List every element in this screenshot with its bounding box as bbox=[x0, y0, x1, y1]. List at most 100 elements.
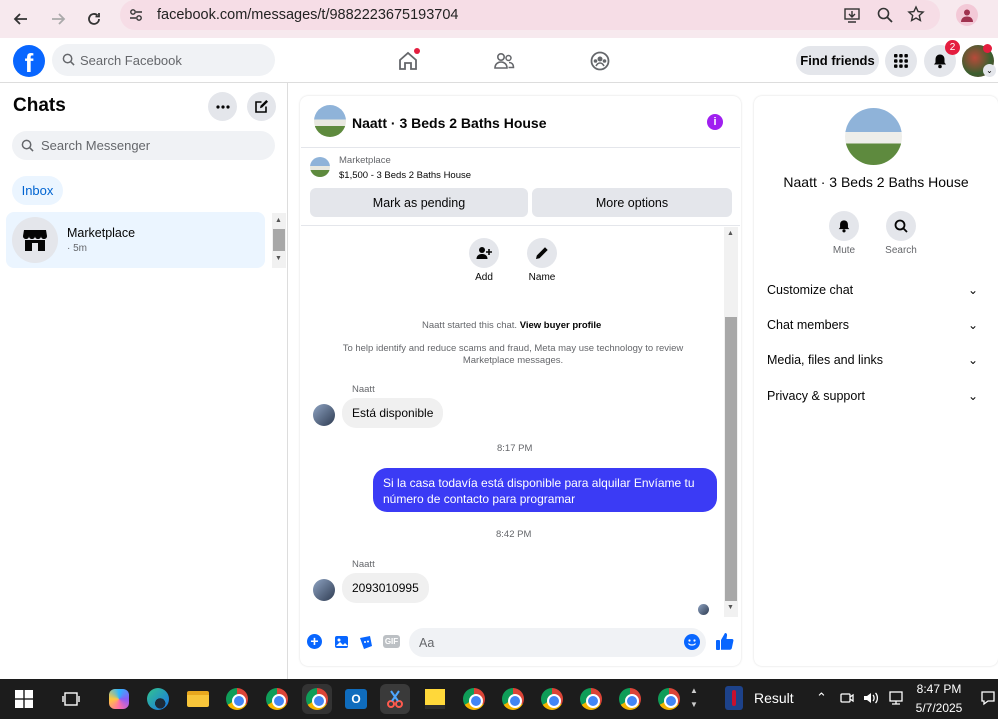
forward-icon[interactable] bbox=[44, 5, 72, 33]
thumbs-up-icon[interactable] bbox=[715, 632, 734, 656]
url-text[interactable]: facebook.com/messages/t/9882223675193704 bbox=[157, 7, 459, 23]
chrome-icon[interactable] bbox=[576, 684, 606, 714]
edge-icon[interactable] bbox=[143, 684, 173, 714]
add-person-icon[interactable] bbox=[469, 238, 499, 268]
section-customize-chat[interactable]: Customize chat bbox=[767, 283, 853, 297]
chats-sidebar bbox=[0, 83, 288, 679]
outlook-icon[interactable]: O bbox=[341, 684, 371, 714]
search-icon[interactable] bbox=[886, 211, 916, 241]
divider bbox=[301, 225, 740, 226]
copilot-icon[interactable] bbox=[104, 684, 134, 714]
chats-title: Chats bbox=[13, 95, 66, 116]
zoom-icon[interactable] bbox=[876, 6, 894, 29]
widget-result-text[interactable]: Result bbox=[754, 690, 794, 706]
chrome-icon[interactable] bbox=[262, 684, 292, 714]
section-media-files-links[interactable]: Media, files and links bbox=[767, 353, 883, 367]
more-options-button[interactable]: More options bbox=[532, 188, 732, 217]
windows-start-icon[interactable] bbox=[9, 684, 39, 714]
listing-price-title[interactable]: $1,500 - 3 Beds 2 Baths House bbox=[339, 170, 471, 181]
info-icon[interactable]: i bbox=[707, 114, 723, 130]
more-options-icon[interactable] bbox=[208, 92, 237, 121]
info-panel-title: Naatt · 3 Beds 2 Baths House bbox=[783, 174, 969, 190]
bell-icon[interactable] bbox=[829, 211, 859, 241]
facebook-logo-icon[interactable]: f bbox=[13, 45, 45, 77]
chevron-down-icon[interactable]: ⌄ bbox=[968, 283, 978, 297]
chrome-icon[interactable] bbox=[654, 684, 684, 714]
message-bubble-incoming[interactable]: 2093010995 bbox=[342, 573, 429, 603]
task-view-icon[interactable] bbox=[56, 684, 86, 714]
message-input-placeholder: Aa bbox=[419, 636, 435, 650]
sidebar-scrollbar[interactable]: ▲ ▼ bbox=[272, 213, 286, 268]
search-icon bbox=[21, 139, 34, 152]
pencil-icon[interactable] bbox=[527, 238, 557, 268]
find-friends-button[interactable]: Find friends bbox=[796, 46, 879, 75]
back-icon[interactable] bbox=[7, 5, 35, 33]
taskbar-clock-time[interactable]: 8:47 PM bbox=[905, 682, 973, 696]
section-chat-members[interactable]: Chat members bbox=[767, 318, 849, 332]
nba-logo-icon[interactable] bbox=[725, 686, 743, 710]
sender-avatar[interactable] bbox=[313, 404, 335, 426]
tab-inbox[interactable]: Inbox bbox=[12, 176, 63, 205]
chrome-icon[interactable] bbox=[537, 684, 567, 714]
chevron-down-icon[interactable]: ⌄ bbox=[968, 353, 978, 367]
message-timestamp: 8:42 PM bbox=[496, 529, 532, 540]
seen-receipt-avatar bbox=[698, 604, 709, 615]
snipping-tool-icon[interactable] bbox=[380, 684, 410, 714]
sticky-notes-icon[interactable] bbox=[420, 684, 450, 714]
add-label: Add bbox=[475, 272, 493, 283]
install-app-icon[interactable] bbox=[843, 6, 861, 29]
reload-icon[interactable] bbox=[80, 5, 108, 33]
chrome-icon[interactable] bbox=[498, 684, 528, 714]
message-bubble-incoming[interactable]: Está disponible bbox=[342, 398, 444, 428]
search-facebook-input[interactable]: Search Facebook bbox=[52, 44, 275, 76]
chat-started-text: Naatt started this chat. bbox=[422, 320, 518, 331]
account-chevron-down-icon[interactable]: ⌄ bbox=[983, 64, 996, 77]
more-actions-plus-icon[interactable]: + bbox=[307, 634, 322, 649]
sender-name: Naatt bbox=[352, 559, 375, 570]
photo-icon[interactable] bbox=[334, 634, 350, 655]
bookmark-star-icon[interactable] bbox=[907, 5, 925, 28]
file-explorer-icon[interactable] bbox=[183, 684, 213, 714]
message-bubble-outgoing[interactable]: Si la casa todavía está disponible para … bbox=[373, 468, 717, 512]
friends-icon[interactable] bbox=[491, 48, 517, 74]
network-icon[interactable] bbox=[887, 690, 905, 711]
new-message-icon[interactable] bbox=[247, 92, 276, 121]
mark-as-pending-button[interactable]: Mark as pending bbox=[310, 188, 528, 217]
gif-icon[interactable]: GIF bbox=[383, 635, 400, 648]
emoji-icon[interactable] bbox=[684, 634, 700, 650]
listing-thumbnail[interactable] bbox=[314, 105, 346, 137]
conversation-title[interactable]: Naatt · 3 Beds 2 Baths House bbox=[352, 115, 547, 131]
menu-grid-icon[interactable] bbox=[885, 45, 917, 77]
chrome-icon[interactable] bbox=[615, 684, 645, 714]
meet-now-icon[interactable] bbox=[839, 690, 855, 711]
conversation-item-marketplace[interactable]: Marketplace · 5m bbox=[6, 212, 265, 268]
sender-name: Naatt bbox=[352, 384, 375, 395]
chrome-icon[interactable] bbox=[459, 684, 489, 714]
sticker-icon[interactable] bbox=[358, 634, 374, 655]
chevron-down-icon[interactable]: ⌄ bbox=[968, 389, 978, 403]
conversation-name: Marketplace bbox=[67, 226, 136, 240]
search-label: Search bbox=[885, 245, 917, 256]
chrome-icon[interactable] bbox=[302, 684, 332, 714]
profile-icon[interactable] bbox=[956, 4, 978, 26]
conversation-scrollbar[interactable]: ▲ ▼ bbox=[724, 227, 738, 617]
mute-label: Mute bbox=[832, 245, 856, 256]
site-settings-icon[interactable] bbox=[128, 7, 144, 28]
chrome-icon[interactable] bbox=[222, 684, 252, 714]
groups-icon[interactable] bbox=[587, 48, 613, 74]
section-privacy-support[interactable]: Privacy & support bbox=[767, 389, 865, 403]
message-timestamp: 8:17 PM bbox=[497, 443, 533, 454]
message-input[interactable]: Aa bbox=[409, 628, 706, 657]
view-buyer-profile-link[interactable]: View buyer profile bbox=[520, 320, 602, 331]
taskbar-scroll-arrows[interactable]: ▲ ▼ bbox=[690, 684, 698, 712]
search-icon bbox=[62, 53, 75, 66]
search-messenger-input[interactable]: Search Messenger bbox=[12, 131, 275, 160]
listing-photo[interactable] bbox=[845, 108, 902, 165]
show-hidden-icons-chevron-up-icon[interactable]: ⌃ bbox=[816, 690, 827, 706]
conversation-time: · 5m bbox=[67, 243, 87, 254]
volume-icon[interactable] bbox=[862, 690, 880, 711]
notification-center-icon[interactable] bbox=[980, 690, 996, 711]
sender-avatar[interactable] bbox=[313, 579, 335, 601]
taskbar-clock-date[interactable]: 5/7/2025 bbox=[905, 701, 973, 715]
chevron-down-icon[interactable]: ⌄ bbox=[968, 318, 978, 332]
